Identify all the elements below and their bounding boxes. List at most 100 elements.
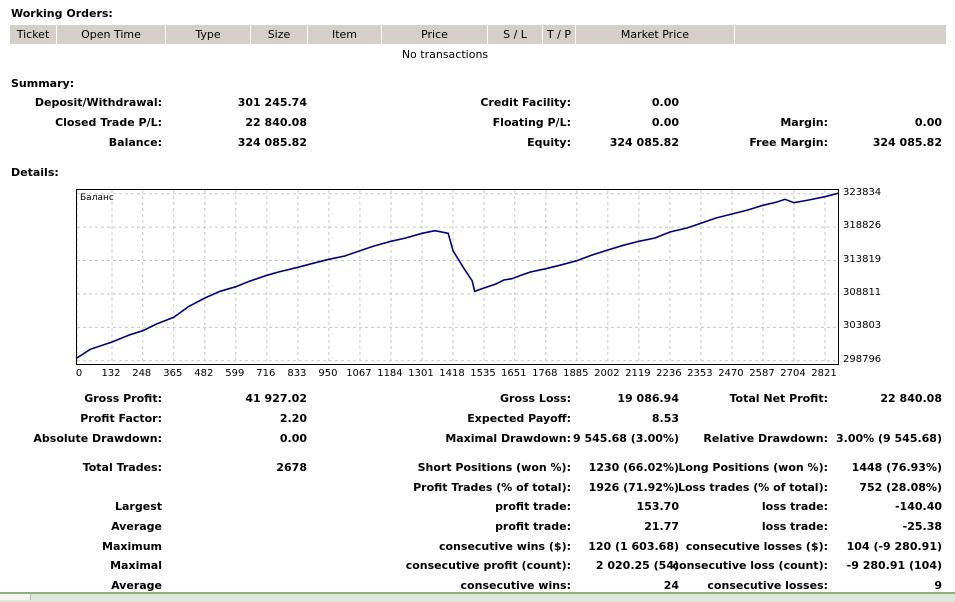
col-size[interactable]: Size	[251, 25, 308, 44]
x-tick-label: 2704	[780, 368, 806, 379]
maximal-consec-loss-value: -9 280.91 (104)	[846, 559, 942, 572]
floating-pl-value: 0.00	[651, 116, 679, 129]
average-loss-label: loss trade:	[761, 520, 828, 533]
margin-value: 0.00	[914, 116, 942, 129]
col-open-time[interactable]: Open Time	[57, 25, 166, 44]
maximal-drawdown-label: Maximal Drawdown:	[445, 432, 571, 445]
balance-value: 324 085.82	[237, 136, 307, 149]
avg-consec-losses-label: consecutive losses:	[707, 579, 828, 592]
col-market-price[interactable]: Market Price	[576, 25, 735, 44]
closed-trade-pl-label: Closed Trade P/L:	[55, 116, 162, 129]
col-tp[interactable]: T / P	[543, 25, 576, 44]
x-tick-label: 1651	[501, 368, 527, 379]
short-positions-value: 1230 (66.02%)	[588, 461, 679, 474]
y-tick-label: 323834	[843, 186, 882, 198]
x-tick-label: 365	[163, 368, 183, 379]
y-tick-label: 313819	[843, 253, 882, 265]
col-price[interactable]: Price	[382, 25, 488, 44]
average-profit-label: profit trade:	[495, 520, 571, 533]
avg-consec-losses-value: 9	[934, 579, 942, 592]
gross-profit-value: 41 927.02	[245, 392, 307, 405]
y-tick-label: 298796	[843, 353, 882, 365]
average-label: Average	[111, 520, 162, 533]
maximal-consec-profit-label: consecutive profit (count):	[405, 559, 571, 572]
average-loss-value: -25.38	[902, 520, 942, 533]
x-tick-label: 2002	[594, 368, 620, 379]
largest-loss-label: loss trade:	[761, 500, 828, 513]
largest-profit-value: 153.70	[636, 500, 679, 513]
maximal-consec-loss-label: consecutive loss (count):	[672, 559, 828, 572]
x-tick-label: 1418	[439, 368, 465, 379]
long-positions-label: Long Positions (won %):	[678, 461, 828, 474]
x-tick-label: 248	[132, 368, 152, 379]
col-empty	[735, 25, 946, 44]
col-ticket[interactable]: Ticket	[10, 25, 57, 44]
x-tick-label: 1885	[563, 368, 589, 379]
y-tick-label: 318826	[843, 220, 882, 232]
avg-consec-wins-label: consecutive wins:	[460, 579, 571, 592]
largest-loss-value: -140.40	[894, 500, 942, 513]
x-tick-label: 0	[75, 368, 83, 379]
largest-profit-label: profit trade:	[495, 500, 571, 513]
status-bar	[0, 592, 955, 602]
maximal-label: Maximal	[110, 559, 162, 572]
total-net-profit-value: 22 840.08	[880, 392, 942, 405]
total-trades-label: Total Trades:	[82, 461, 162, 474]
credit-facility-label: Credit Facility:	[480, 96, 571, 109]
absolute-drawdown-label: Absolute Drawdown:	[33, 432, 162, 445]
margin-label: Margin:	[780, 116, 828, 129]
balance-label: Balance:	[108, 136, 162, 149]
profit-trades-value: 1926 (71.92%)	[588, 481, 679, 494]
working-orders-title: Working Orders:	[11, 7, 113, 20]
x-tick-label: 1301	[408, 368, 434, 379]
balance-chart-plot	[77, 190, 838, 364]
floating-pl-label: Floating P/L:	[492, 116, 571, 129]
deposit-withdrawal-value: 301 245.74	[237, 96, 307, 109]
equity-label: Equity:	[527, 136, 571, 149]
summary-title: Summary:	[11, 77, 75, 90]
col-type[interactable]: Type	[166, 25, 251, 44]
col-sl[interactable]: S / L	[488, 25, 543, 44]
maximal-drawdown-value: 9 545.68 (3.00%)	[573, 432, 679, 445]
gross-loss-label: Gross Loss:	[500, 392, 571, 405]
expected-payoff-value: 8.53	[651, 412, 679, 425]
x-tick-label: 482	[194, 368, 214, 379]
avg-consec-wins-value: 24	[663, 579, 679, 592]
x-tick-label: 599	[225, 368, 245, 379]
x-tick-label: 1067	[346, 368, 372, 379]
max-consec-losses-value: 104 (-9 280.91)	[846, 540, 942, 553]
expected-payoff-label: Expected Payoff:	[467, 412, 571, 425]
x-tick-label: 2821	[811, 368, 837, 379]
x-tick-label: 716	[256, 368, 276, 379]
y-tick-label: 308811	[843, 286, 882, 298]
relative-drawdown-value: 3.00% (9 545.68)	[836, 432, 942, 445]
maximal-consec-profit-value: 2 020.25 (54)	[595, 559, 679, 572]
profit-trades-label: Profit Trades (% of total):	[413, 481, 571, 494]
max-consec-wins-label: consecutive wins ($):	[438, 540, 571, 553]
free-margin-label: Free Margin:	[749, 136, 828, 149]
chart-title: Баланс	[80, 193, 114, 203]
balance-series-line	[77, 192, 838, 359]
average2-label: Average	[111, 579, 162, 592]
deposit-withdrawal-label: Deposit/Withdrawal:	[34, 96, 162, 109]
gross-loss-value: 19 086.94	[617, 392, 679, 405]
x-tick-label: 1535	[470, 368, 496, 379]
short-positions-label: Short Positions (won %):	[417, 461, 571, 474]
total-net-profit-label: Total Net Profit:	[729, 392, 829, 405]
x-tick-label: 2353	[687, 368, 713, 379]
status-bar-tab[interactable]	[0, 594, 31, 600]
long-positions-value: 1448 (76.93%)	[851, 461, 942, 474]
col-item[interactable]: Item	[308, 25, 382, 44]
profit-factor-value: 2.20	[279, 412, 307, 425]
equity-value: 324 085.82	[609, 136, 679, 149]
free-margin-value: 324 085.82	[872, 136, 942, 149]
absolute-drawdown-value: 0.00	[279, 432, 307, 445]
max-consec-losses-label: consecutive losses ($):	[685, 540, 828, 553]
x-tick-label: 833	[287, 368, 307, 379]
max-consec-wins-value: 120 (1 603.68)	[588, 540, 679, 553]
average-profit-value: 21.77	[644, 520, 679, 533]
largest-label: Largest	[115, 500, 162, 513]
balance-chart: Баланс	[76, 189, 839, 365]
x-tick-label: 2587	[749, 368, 775, 379]
maximum-label: Maximum	[102, 540, 162, 553]
